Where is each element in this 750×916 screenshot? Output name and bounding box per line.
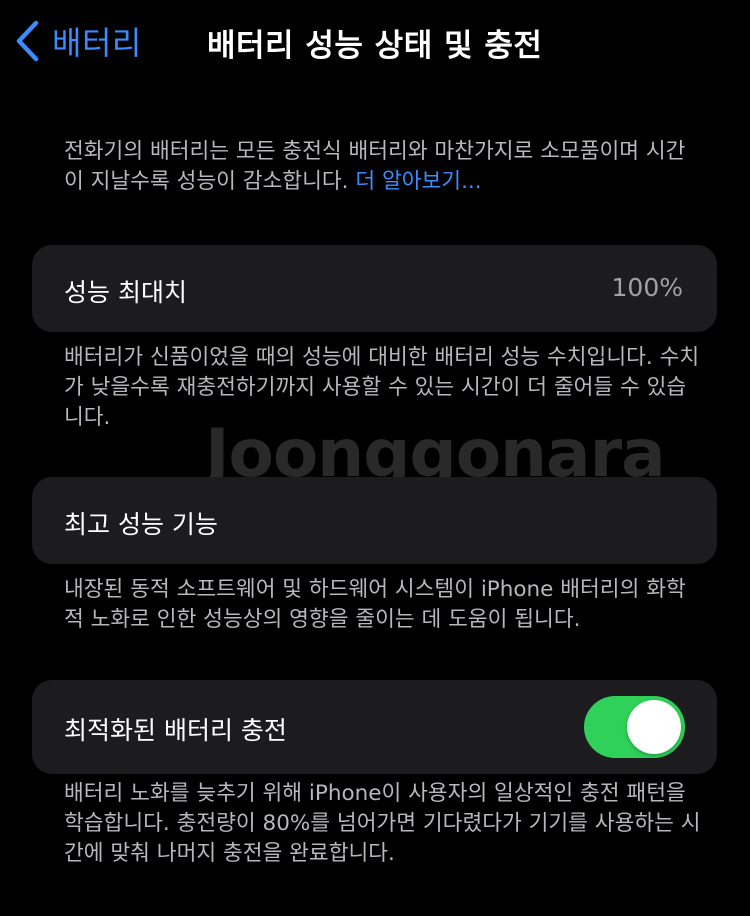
navigation-bar: 배터리 배터리 성능 상태 및 충전 (0, 0, 750, 84)
back-label: 배터리 (52, 24, 142, 62)
max-capacity-label: 성능 최대치 (64, 278, 187, 307)
chevron-left-icon (14, 20, 40, 62)
max-capacity-footnote: 배터리가 신품이었을 때의 성능에 대비한 배터리 성능 수치입니다. 수치가 … (64, 345, 700, 430)
optimized-charging-row: 최적화된 배터리 충전 (32, 680, 717, 774)
peak-performance-footnote: 내장된 동적 소프트웨어 및 하드웨어 시스템이 iPhone 배터리의 화학적… (64, 577, 686, 632)
optimized-charging-footnote: 배터리 노화를 늦추기 위해 iPhone이 사용자의 일상적인 충전 패턴을 … (64, 781, 701, 866)
optimized-charging-toggle[interactable] (584, 696, 685, 758)
peak-performance-label: 최고 성능 기능 (64, 510, 218, 539)
max-capacity-row: 성능 최대치 100% (32, 245, 717, 332)
back-button[interactable]: 배터리 (14, 18, 142, 64)
toggle-knob (627, 700, 681, 754)
max-capacity-value: 100% (611, 273, 683, 302)
optimized-charging-label: 최적화된 배터리 충전 (64, 716, 287, 745)
peak-performance-row[interactable]: 최고 성능 기능 (32, 477, 717, 564)
intro-description: 전화기의 배터리는 모든 충전식 배터리와 마찬가지로 소모품이며 시간이 지날… (64, 137, 704, 197)
page-title: 배터리 성능 상태 및 충전 (207, 28, 543, 64)
learn-more-link[interactable]: 더 알아보기... (355, 169, 481, 194)
